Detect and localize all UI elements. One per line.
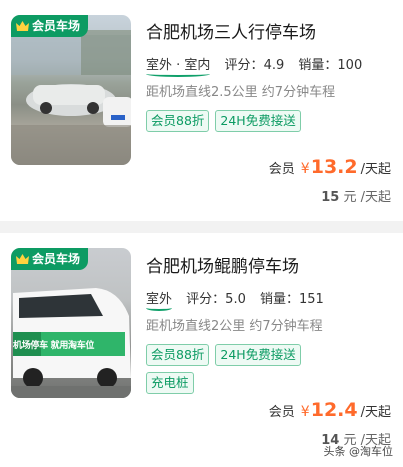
tag-member-discount: 会员88折	[146, 110, 210, 132]
currency-symbol: ¥	[300, 404, 310, 420]
lot-meta: 室外 · 室内 评分：4.9 销量：100	[146, 54, 363, 77]
member-price: 会员 ¥ 12.4 /天起	[269, 399, 391, 421]
badge-label: 会员车场	[32, 19, 81, 33]
tag-list: 会员88折 24H免费接送	[146, 110, 346, 132]
original-price-value: 15	[321, 190, 340, 205]
watermark: 头条 @淘车位	[323, 445, 394, 458]
tag-charging-pile: 充电桩	[146, 372, 194, 394]
member-price: 会员 ¥ 13.2 /天起	[269, 156, 391, 178]
tag-free-shuttle: 24H免费接送	[215, 344, 301, 366]
rating-value: 4.9	[263, 58, 285, 73]
currency-symbol: ¥	[300, 161, 310, 177]
member-price-label: 会员	[268, 405, 295, 420]
member-lot-badge: 会员车场	[11, 248, 89, 270]
price-unit: /天起	[360, 162, 391, 177]
member-lot-badge: 会员车场	[11, 15, 89, 37]
lot-title[interactable]: 合肥机场鲲鹏停车场	[146, 252, 299, 277]
crown-icon	[16, 254, 29, 264]
sales-label: 销量：	[298, 58, 338, 73]
distance-info: 距机场直线2.5公里 约7分钟车程	[146, 85, 336, 100]
original-price: 15 元 /天起	[321, 186, 391, 205]
sales-label: 销量：	[260, 292, 300, 307]
tag-free-shuttle: 24H免费接送	[215, 110, 301, 132]
location-type: 室外	[146, 288, 173, 311]
location-type: 室外 · 室内	[146, 54, 211, 77]
shuttle-van-image	[11, 288, 131, 398]
original-price-unit: 元 /天起	[343, 190, 391, 205]
price-unit: /天起	[360, 405, 391, 420]
tag-member-discount: 会员88折	[146, 344, 210, 366]
rating-label: 评分：	[186, 292, 226, 307]
badge-label: 会员车场	[32, 252, 81, 266]
lot-meta: 室外 评分：5.0 销量：151	[146, 288, 324, 311]
parking-photo: 机场停车 就用淘车位 会员车场	[11, 248, 131, 398]
parking-photo: 会员车场	[11, 15, 131, 165]
lot-title[interactable]: 合肥机场三人行停车场	[146, 18, 316, 43]
sales-value: 100	[337, 58, 363, 73]
member-price-label: 会员	[268, 162, 295, 177]
member-price-value: 12.4	[310, 399, 358, 421]
rating-label: 评分：	[224, 58, 264, 73]
van-ad-text: 机场停车 就用淘车位	[13, 341, 95, 351]
crown-icon	[16, 21, 29, 31]
rating-value: 5.0	[225, 292, 246, 307]
member-price-value: 13.2	[310, 156, 358, 178]
distance-info: 距机场直线2公里 约7分钟车程	[146, 319, 323, 334]
parking-lot-image	[11, 30, 131, 165]
parking-card-1[interactable]: 会员车场 合肥机场三人行停车场 室外 · 室内 评分：4.9 销量：100 距机…	[0, 0, 403, 221]
tag-list: 会员88折 24H免费接送 充电桩	[146, 344, 346, 394]
sales-value: 151	[299, 292, 324, 307]
